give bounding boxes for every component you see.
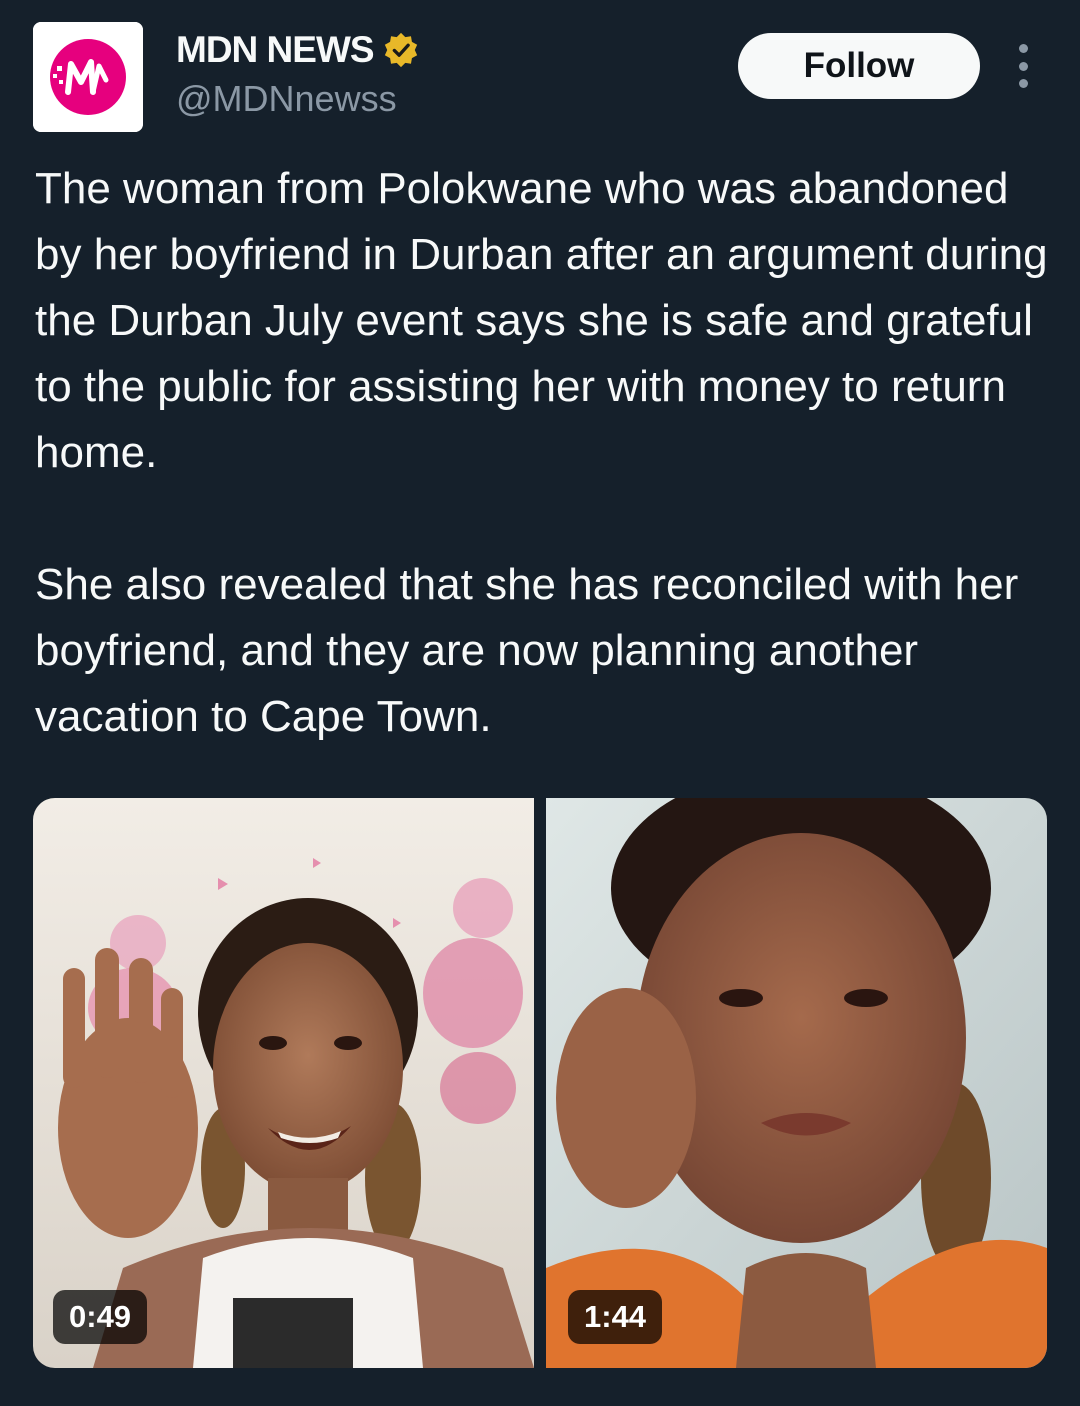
video-frame-image	[33, 798, 534, 1368]
tweet-text: The woman from Polokwane who was abandon…	[35, 156, 1065, 750]
follow-button[interactable]: Follow	[738, 33, 980, 99]
video-duration-badge: 0:49	[53, 1290, 148, 1344]
verified-badge-icon	[384, 32, 417, 68]
mdn-logo-icon	[33, 22, 143, 132]
more-options-icon[interactable]	[1008, 44, 1038, 88]
video-frame-image	[546, 798, 1047, 1368]
video-duration-badge: 1:44	[568, 1290, 663, 1344]
tweet-paragraph: The woman from Polokwane who was abandon…	[35, 164, 1048, 477]
user-handle[interactable]: @MDNnewss	[176, 78, 397, 120]
more-dot	[1018, 79, 1028, 88]
tweet-header: MDN NEWS @MDNnewss Follow	[0, 0, 1080, 150]
video-thumbnail[interactable]: 0:49	[33, 798, 534, 1368]
avatar[interactable]	[33, 22, 143, 132]
more-dot	[1018, 61, 1028, 71]
display-name[interactable]: MDN NEWS	[176, 29, 375, 71]
more-dot	[1018, 44, 1028, 53]
video-thumbnail[interactable]: 1:44	[546, 798, 1047, 1368]
tweet-paragraph: She also revealed that she has reconcile…	[35, 560, 1019, 741]
name-row: MDN NEWS	[176, 29, 420, 71]
